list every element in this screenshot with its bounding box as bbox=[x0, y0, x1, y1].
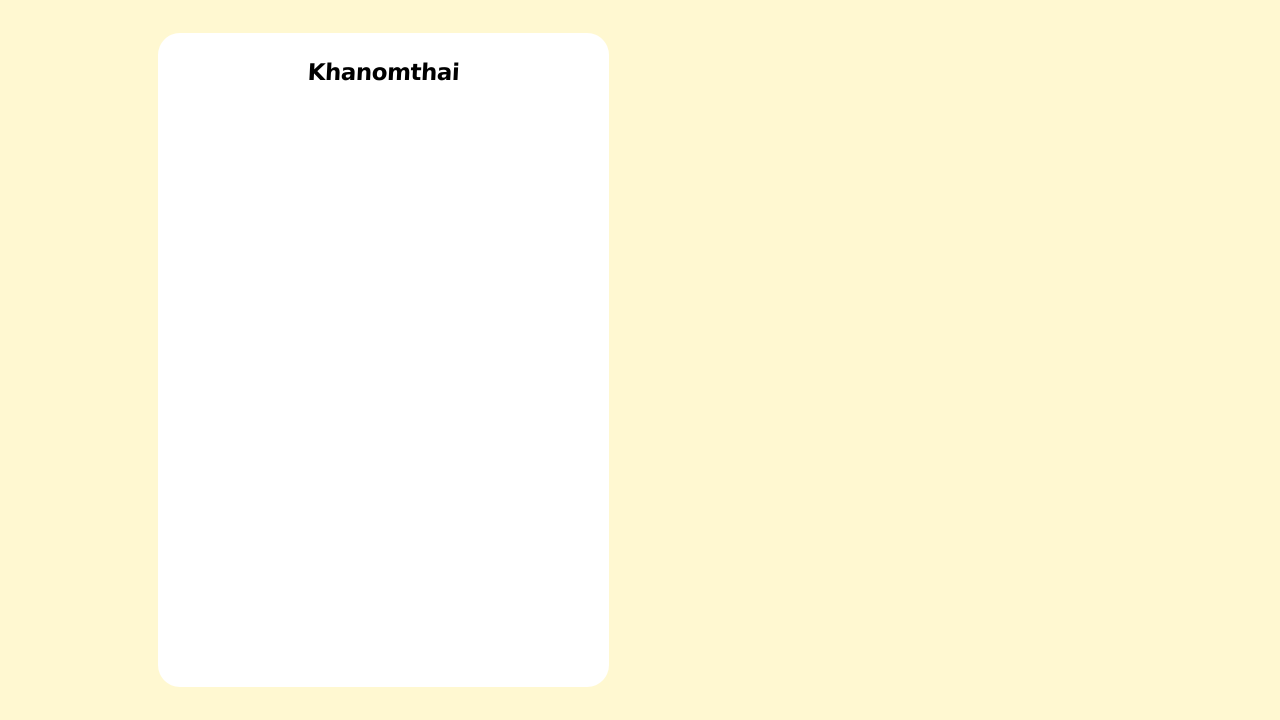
content-card: Khanomthai bbox=[158, 33, 609, 687]
card-title: Khanomthai bbox=[306, 60, 460, 86]
page-background: Khanomthai bbox=[0, 0, 1280, 720]
